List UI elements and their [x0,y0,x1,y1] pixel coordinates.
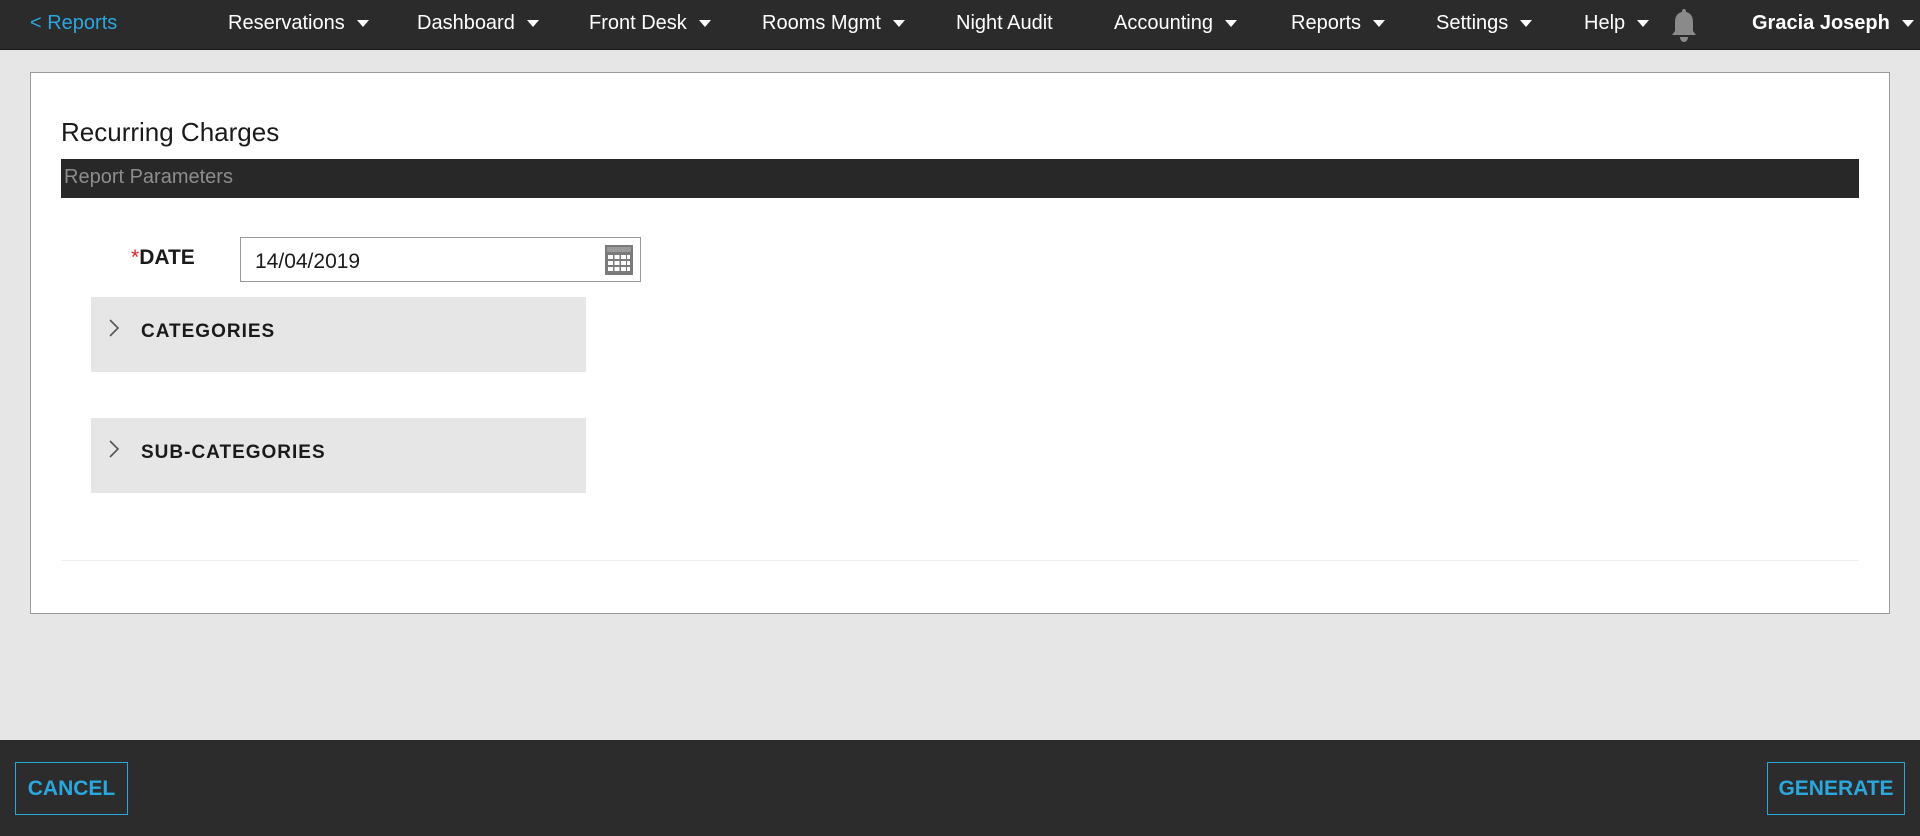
nav-night-audit[interactable]: Night Audit [956,12,1053,35]
nav-help[interactable]: Help [1584,12,1650,35]
caret-down-icon [1637,20,1650,28]
caret-down-icon [698,20,711,28]
user-name: Gracia Joseph [1752,12,1890,34]
report-parameters-header: Report Parameters [61,159,1859,198]
nav-label: Front Desk [589,12,687,34]
nav-label: Help [1584,12,1626,34]
nav-label: Accounting [1114,12,1213,34]
nav-label: Dashboard [417,12,515,34]
nav-label: Reservations [228,12,345,34]
date-label-text: DATE [139,246,195,269]
calendar-icon[interactable] [605,245,633,275]
nav-rooms-mgmt[interactable]: Rooms Mgmt [762,12,905,35]
caret-down-icon [526,20,539,28]
caret-down-icon [1373,20,1386,28]
date-label: *DATE [131,246,195,270]
caret-down-icon [1224,20,1237,28]
nav-settings[interactable]: Settings [1436,12,1533,35]
nav-reports[interactable]: Reports [1291,12,1386,35]
sub-categories-accordion[interactable]: SUB-CATEGORIES [91,418,586,493]
nav-label: Settings [1436,12,1509,34]
section-title: Report Parameters [64,166,233,188]
date-input[interactable] [240,237,641,282]
required-marker: * [131,246,140,269]
categories-accordion[interactable]: CATEGORIES [91,297,586,372]
report-panel: Recurring Charges Report Parameters *DAT… [30,72,1890,614]
page-title: Recurring Charges [61,117,280,147]
top-navigation-bar: < Reports Reservations Dashboard Front D… [0,0,1920,50]
caret-down-icon [892,20,905,28]
nav-label: Night Audit [956,12,1053,34]
nav-label: Rooms Mgmt [762,12,881,34]
caret-down-icon [1901,20,1914,28]
bell-icon[interactable] [1668,7,1700,43]
caret-down-icon [1520,20,1533,28]
nav-label: Reports [1291,12,1362,34]
back-to-reports-link[interactable]: < Reports [30,12,117,35]
accordion-label: SUB-CATEGORIES [141,442,326,463]
nav-front-desk[interactable]: Front Desk [589,12,711,35]
user-menu[interactable]: Gracia Joseph [1752,12,1914,35]
generate-button[interactable]: GENERATE [1767,762,1905,815]
chevron-right-icon [109,440,120,458]
caret-down-icon [356,20,369,28]
divider [61,560,1859,561]
cancel-button[interactable]: CANCEL [15,762,128,815]
chevron-right-icon [109,319,120,337]
footer-action-bar: CANCEL GENERATE [0,740,1920,836]
nav-dashboard[interactable]: Dashboard [417,12,539,35]
nav-reservations[interactable]: Reservations [228,12,369,35]
nav-accounting[interactable]: Accounting [1114,12,1237,35]
accordion-label: CATEGORIES [141,321,276,342]
